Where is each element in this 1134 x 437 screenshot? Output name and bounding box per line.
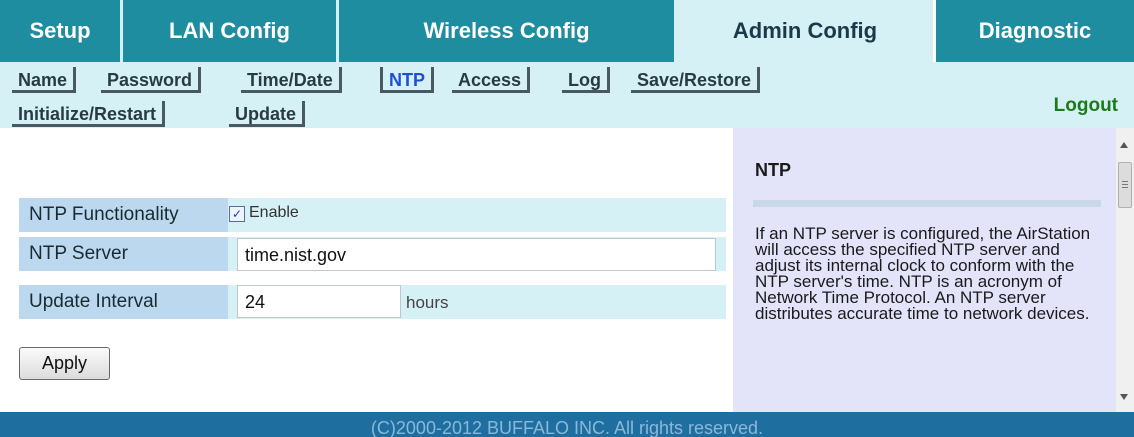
help-text: If an NTP server is configured, the AirS… [755,224,1091,323]
help-scrollbar[interactable] [1116,128,1134,412]
subtab-access[interactable]: Access [452,67,531,93]
ntp-enable-checkbox[interactable]: ✓ [229,206,245,222]
tab-diagnostic[interactable]: Diagnostic [936,0,1134,62]
sub-nav: Name Password Time/Date NTP Access Log S… [0,62,1134,128]
help-divider [753,200,1101,207]
ntp-server-input[interactable]: time.nist.gov [237,238,716,271]
subtab-initialize-restart[interactable]: Initialize/Restart [12,101,166,127]
footer-copyright: (C)2000-2012 BUFFALO INC. All rights res… [0,412,1134,437]
scroll-down-icon[interactable] [1120,394,1128,400]
ntp-enable-label: Enable [249,204,299,221]
subtab-log[interactable]: Log [562,67,610,93]
tab-admin-config[interactable]: Admin Config [677,0,936,62]
tab-wireless-config[interactable]: Wireless Config [339,0,677,62]
apply-button[interactable]: Apply [19,347,110,380]
subtab-name[interactable]: Name [12,67,77,93]
subtab-ntp[interactable]: NTP [380,67,434,93]
scrollbar-thumb[interactable] [1118,162,1132,208]
update-interval-label: Update Interval [19,285,228,319]
ntp-server-label: NTP Server [19,237,228,271]
ntp-functionality-label: NTP Functionality [19,198,228,232]
update-interval-input[interactable]: 24 [237,285,401,318]
help-panel: NTP If an NTP server is configured, the … [733,128,1116,412]
subtab-time-date[interactable]: Time/Date [241,67,342,93]
help-title: NTP [755,160,791,180]
logout-link[interactable]: Logout [1054,95,1118,117]
scroll-up-icon[interactable] [1120,142,1128,148]
tab-setup[interactable]: Setup [0,0,123,62]
subtab-password[interactable]: Password [101,67,202,93]
top-nav: Setup LAN Config Wireless Config Admin C… [0,0,1134,62]
update-interval-unit: hours [406,293,449,312]
tab-lan-config[interactable]: LAN Config [123,0,339,62]
ntp-functionality-row: NTP Functionality [19,198,726,232]
subtab-save-restore[interactable]: Save/Restore [631,67,761,93]
subtab-update[interactable]: Update [229,101,306,127]
